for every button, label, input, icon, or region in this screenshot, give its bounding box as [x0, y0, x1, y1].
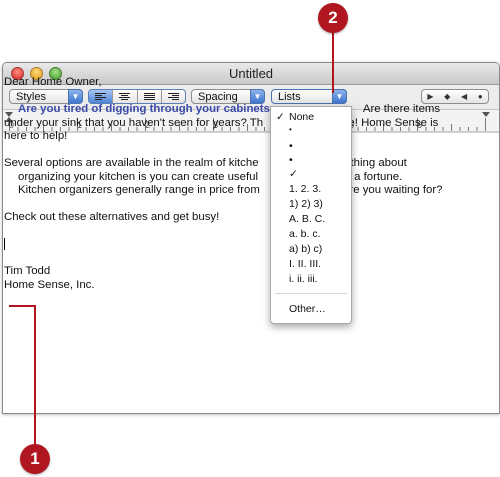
- callout-1-line-h: [9, 305, 36, 307]
- p1-line2-text: under your sink that you haven't seen fo…: [4, 116, 264, 129]
- menu-item-numbers-period[interactable]: 1. 2. 3.: [271, 183, 351, 197]
- lists-menu: ✓ None • • • ✓ 1. 2. 3. 1) 2) 3) A. B. C.…: [270, 106, 352, 324]
- paragraph-2-line-3: Kitchen organizers generally range in pr…: [4, 184, 484, 198]
- menu-item-lower-roman[interactable]: i. ii. iii.: [271, 273, 351, 287]
- cursor-line: [4, 238, 484, 252]
- menu-item-lower-letters-paren[interactable]: a) b) c): [271, 243, 351, 257]
- paragraph-1-line-3: here to help!: [4, 130, 68, 142]
- menu-item-upper-letters[interactable]: A. B. C.: [271, 213, 351, 227]
- menu-item-label: a) b) c): [289, 243, 323, 255]
- menu-item-label: i. ii. iii.: [289, 273, 318, 285]
- callout-1-line-v: [34, 305, 36, 445]
- menu-item-check-list[interactable]: ✓: [271, 168, 351, 182]
- menu-item-label: None: [289, 111, 315, 123]
- checkmark-icon: ✓: [276, 111, 285, 123]
- paragraph-2-line-2: organizing your kitchen is you can creat…: [4, 171, 484, 185]
- menu-item-label: •: [289, 154, 293, 166]
- menu-item-label: I. II. III.: [289, 258, 322, 270]
- menu-item-label: 1) 2) 3): [289, 198, 323, 210]
- menu-item-label: ✓: [289, 168, 298, 180]
- menu-item-label: •: [289, 140, 293, 152]
- signature-name: Tim Todd: [4, 265, 51, 278]
- highlighted-question: Are you tired of digging through your ca…: [18, 103, 270, 115]
- callout-2: 2: [318, 3, 348, 33]
- p2-line3-text: Kitchen organizers generally range in pr…: [18, 184, 260, 196]
- p2-line2-text: organizing your kitchen is you can creat…: [18, 170, 258, 183]
- paragraph-1-line-2: under your sink that you haven't seen fo…: [4, 117, 484, 131]
- menu-item-numbers-paren[interactable]: 1) 2) 3): [271, 198, 351, 212]
- menu-item-label: •: [289, 125, 292, 134]
- menu-item-upper-roman[interactable]: I. II. III.: [271, 258, 351, 272]
- document-body[interactable]: Dear Home Owner, Are you tired of diggin…: [4, 76, 484, 292]
- menu-separator: [275, 293, 347, 294]
- paragraph-1-line-1: Are you tired of digging through your ca…: [4, 103, 484, 117]
- p1-rest: Are there items: [362, 103, 441, 115]
- menu-item-none[interactable]: ✓ None: [271, 111, 351, 125]
- paragraph-3: Check out these alternatives and get bus…: [4, 211, 220, 223]
- paragraph-2-line-1: Several options are available in the rea…: [4, 157, 484, 171]
- menu-item-label: a. b. c.: [289, 228, 321, 240]
- menu-item-label: 1. 2. 3.: [289, 183, 322, 195]
- text-cursor: [4, 238, 5, 250]
- p2-line1-text: Several options are available in the rea…: [4, 157, 259, 169]
- callout-1: 1: [20, 444, 50, 474]
- menu-item-bullet-square[interactable]: •: [271, 154, 351, 168]
- menu-item-label: Other…: [289, 303, 326, 315]
- menu-item-bullet-small[interactable]: •: [271, 125, 351, 139]
- menu-item-lower-letters[interactable]: a. b. c.: [271, 228, 351, 242]
- signature-company: Home Sense, Inc.: [4, 278, 95, 291]
- callout-2-line: [332, 33, 334, 93]
- greeting: Dear Home Owner,: [4, 76, 102, 88]
- menu-item-label: A. B. C.: [289, 213, 326, 225]
- menu-item-other[interactable]: Other…: [271, 303, 351, 317]
- menu-item-bullet[interactable]: •: [271, 140, 351, 154]
